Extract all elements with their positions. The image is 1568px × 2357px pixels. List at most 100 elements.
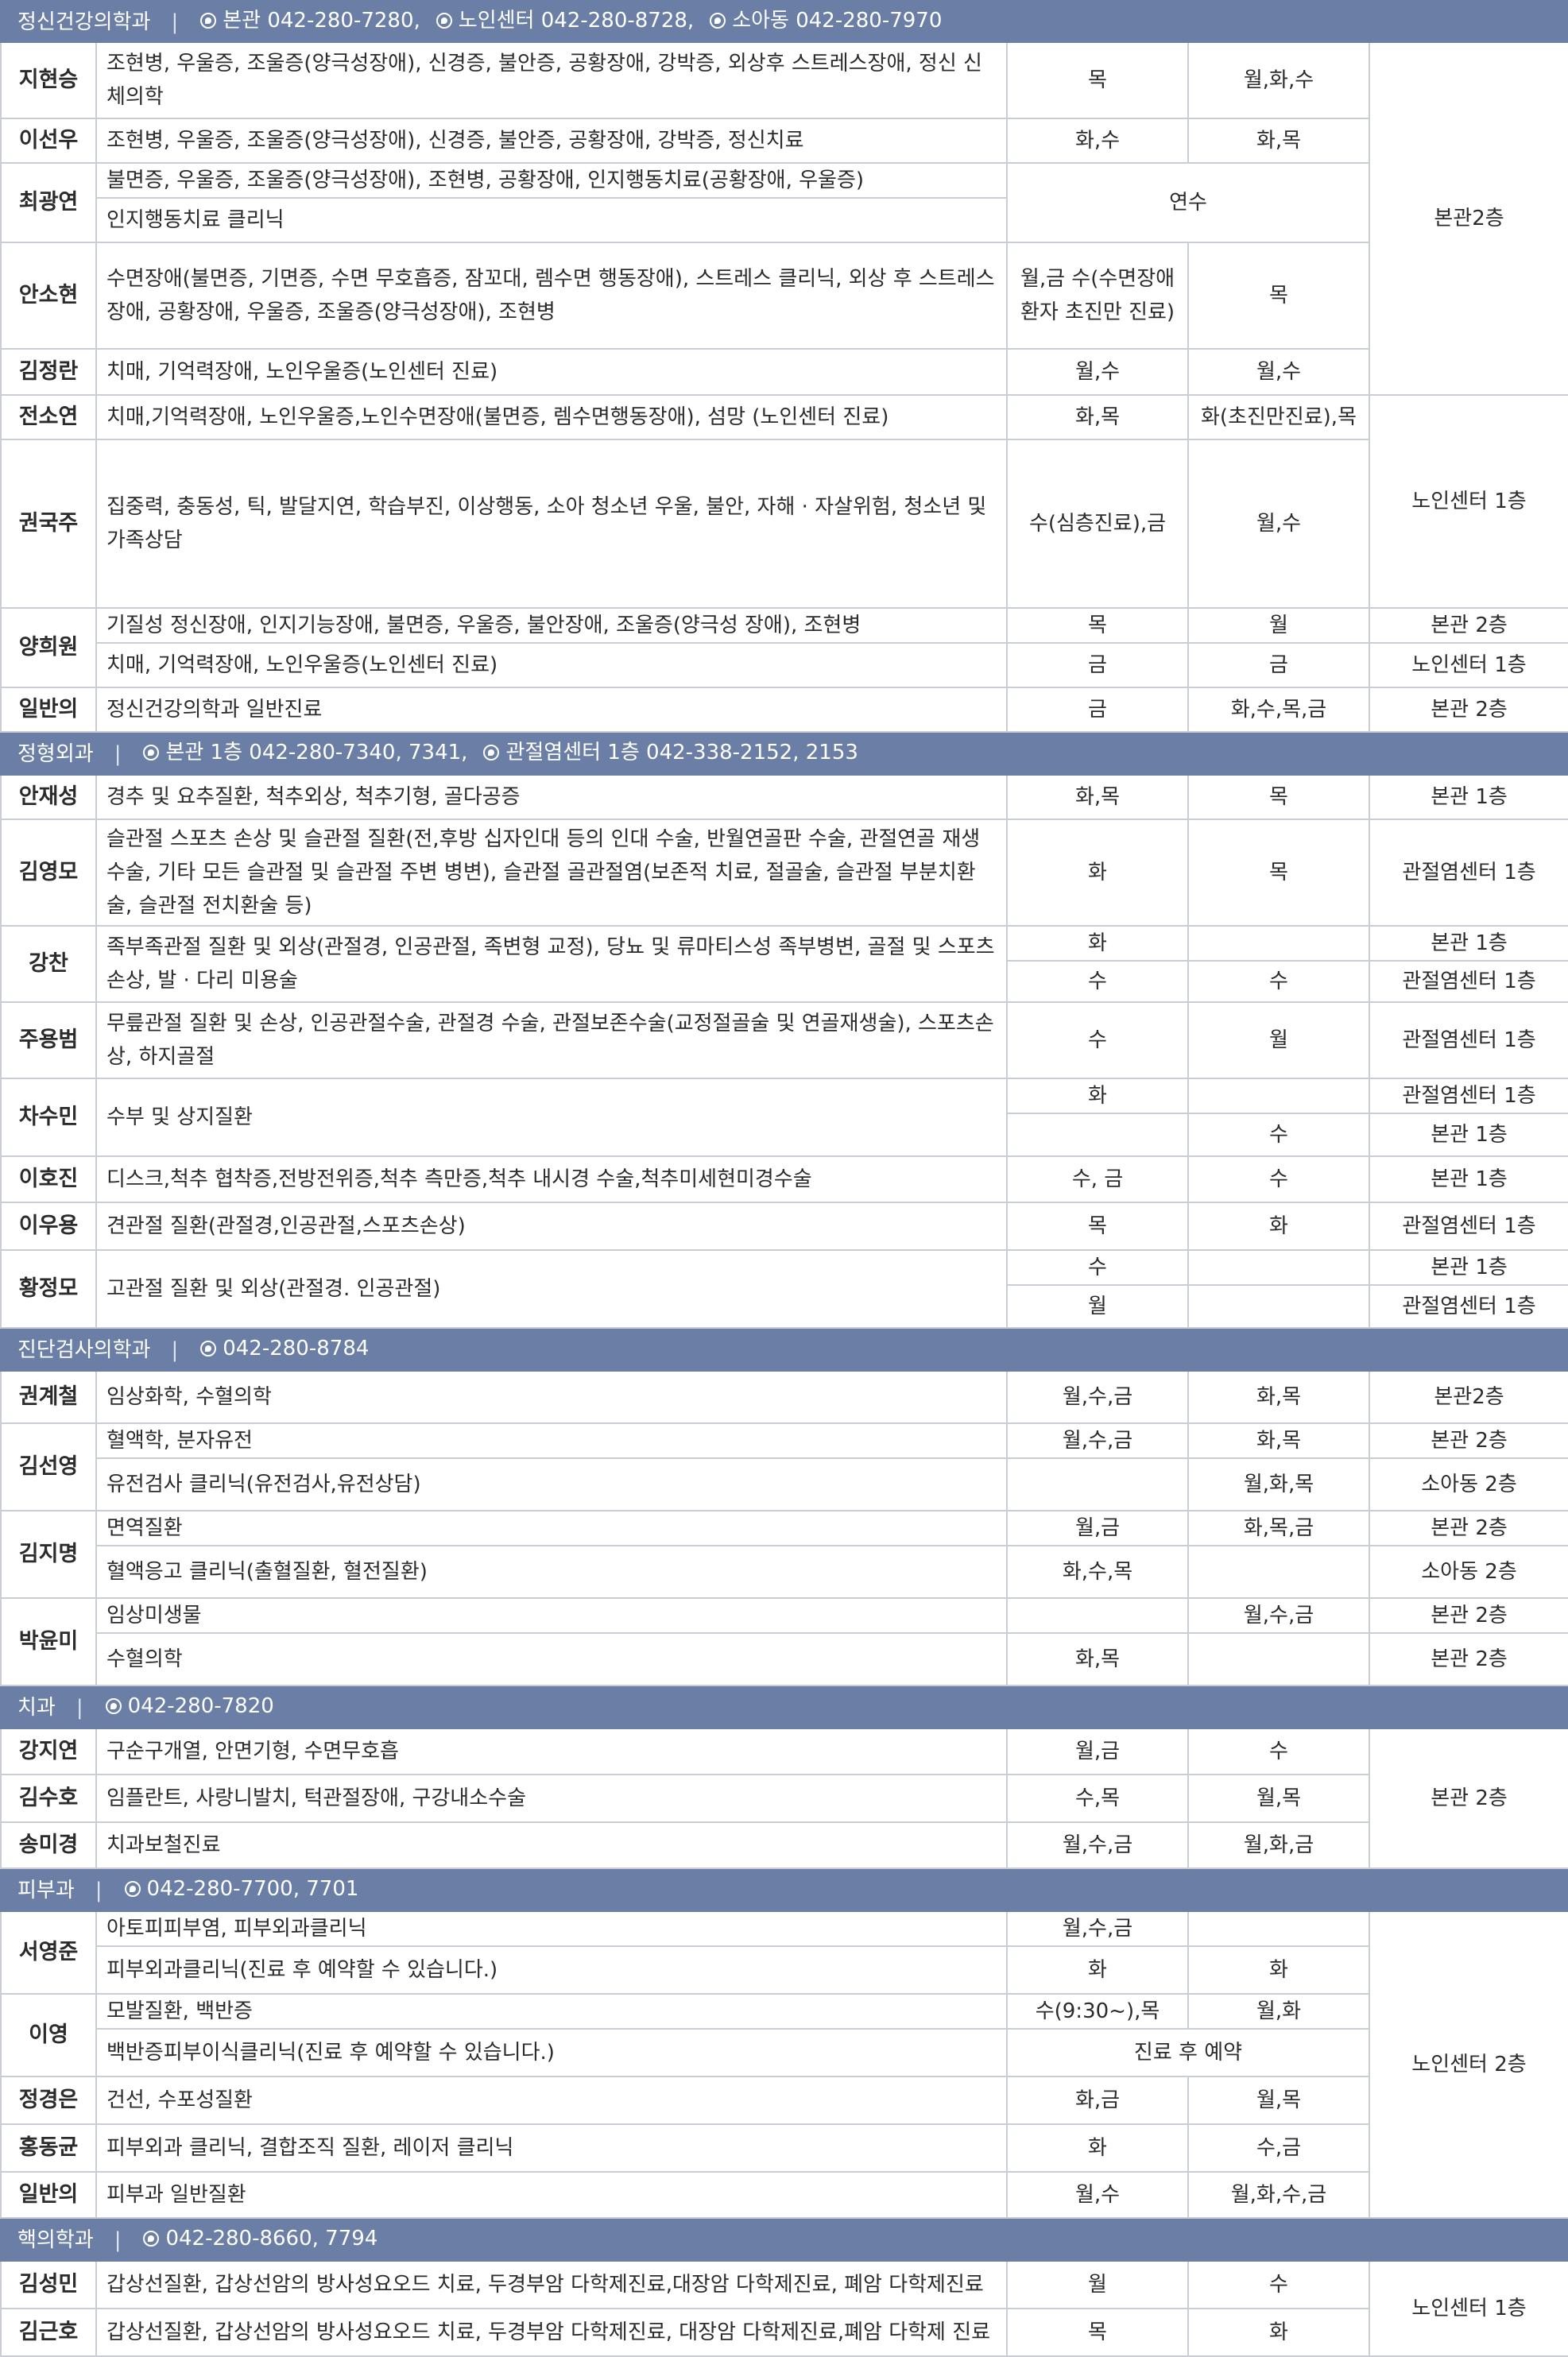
specialty-description: 임상화학, 수혈의학 — [95, 1370, 1008, 1424]
schedule-cell: 수 — [1187, 1728, 1370, 1775]
specialty-description: 고관절 질환 및 외상(관절경. 인공관절) — [95, 1249, 1008, 1329]
schedule-row: 김선영 혈액학, 분자유전 월,수,금 화,목 본관 2층 — [0, 1422, 1568, 1511]
schedule-cell: 노인센터 1층 — [1368, 642, 1568, 688]
department-header-cell: 정신건강의학과 | 본관 042-280-7280, 노인센터 042-280-872… — [0, 0, 1568, 43]
specialty-description: 치과보철진료 — [95, 1821, 1008, 1869]
schedule-row: 양희원 기질성 정신장애, 인지기능장애, 불면증, 우울증, 불안장애, 조울증… — [0, 607, 1568, 688]
doctor-name: 안재성 — [0, 774, 97, 820]
schedule-row: 수혈의학 화,목 본관 2층 — [1, 1632, 1568, 1686]
schedule-cell — [1187, 1545, 1370, 1599]
schedule-row: 최광연 불면증, 우울증, 조울증(양극성장애), 조현병, 공황장애, 인지행동… — [0, 162, 1568, 243]
schedule-cell: 금 — [1006, 642, 1189, 688]
schedule-row: 박윤미 임상미생물 월,수,금 본관 2층 — [0, 1597, 1568, 1686]
specialty-description: 임상미생물 — [95, 1597, 1008, 1634]
department-title: 진단검사의학과 — [17, 1338, 151, 1362]
schedule-cell: 관절염센터 1층 — [1368, 1001, 1568, 1079]
phone-number: 노인센터 042-280-8728, — [436, 4, 694, 37]
schedule-cell: 관절염센터 1층 — [1368, 1078, 1568, 1114]
schedule-row: 주용범 무릎관절 질환 및 손상, 인공관절수술, 관절경 수술, 관절보존수술(… — [0, 1001, 1568, 1079]
schedule-cell — [1006, 1597, 1189, 1634]
schedule-cell: 본관 2층 — [1368, 1632, 1568, 1686]
specialty-description: 조현병, 우울증, 조울증(양극성장애), 신경증, 불안증, 공황장애, 강박… — [95, 41, 1008, 119]
specialty-description: 집중력, 충동성, 틱, 발달지연, 학습부진, 이상행동, 소아 청소년 우울… — [95, 439, 1008, 609]
schedule-cell: 노인센터 1층 — [1368, 394, 1568, 609]
schedule-cell: 화,목,금 — [1187, 1510, 1370, 1546]
department-header: 치과 | 042-280-7820 — [0, 1685, 1568, 1729]
schedule-row: 피부외과클리닉(진료 후 예약할 수 있습니다.) 화 화 — [1, 1945, 1568, 1995]
schedule-cell: 화,수,목,금 — [1187, 687, 1370, 733]
schedule-row: 강찬 족부족관절 질환 및 외상(관절경, 인공관절, 족변형 교정), 당뇨 및… — [0, 925, 1568, 1003]
doctor-name: 황정모 — [0, 1249, 97, 1329]
doctor-name: 김성민 — [0, 2260, 97, 2309]
doctor-name: 양희원 — [0, 607, 97, 688]
schedule-cell: 월,화,목 — [1187, 1457, 1370, 1511]
schedule-row: 서영준 아토피피부염, 피부외과클리닉 월,수,금 노인센터 2층 — [0, 1910, 1568, 2219]
phone-icon — [143, 2231, 160, 2247]
phone-icon — [143, 745, 160, 761]
schedule-row: 김근호 갑상선질환, 갑상선암의 방사성요오드 치료, 두경부암 다학제진료, 대… — [0, 2308, 1568, 2357]
doctor-name: 김수호 — [0, 1774, 97, 1823]
schedule-cell: 수(9:30~),목 — [1006, 1993, 1189, 2030]
specialty-description: 갑상선질환, 갑상선암의 방사성요오드 치료, 두경부암 다학제진료,대장암 다… — [95, 2260, 1008, 2309]
schedule-cell: 목 — [1006, 2308, 1189, 2357]
schedule-row: 정경은 건선, 수포성질환 화,금 월,목 — [0, 2076, 1568, 2125]
phone-number-text: 042-280-8784 — [223, 1337, 370, 1360]
schedule-cell: 수 — [1006, 1249, 1189, 1286]
specialty-description: 혈액학, 분자유전 — [95, 1422, 1008, 1459]
phone-number: 042-280-8660, 7794 — [143, 2222, 377, 2255]
department-header: 정형외과 | 본관 1층 042-280-7340, 7341, 관절염센터 1층 0… — [0, 731, 1568, 776]
doctor-name: 이호진 — [0, 1155, 97, 1203]
phone-number-text: 042-280-7700, 7701 — [146, 1877, 359, 1901]
doctor-name: 송미경 — [0, 1821, 97, 1869]
specialty-description: 피부외과 클리닉, 결합조직 질환, 레이저 클리닉 — [95, 2123, 1008, 2173]
schedule-cell: 수 — [1006, 1001, 1189, 1079]
department-header-cell: 진단검사의학과 | 042-280-8784 — [0, 1327, 1568, 1372]
phone-icon — [200, 1341, 217, 1357]
specialty-description: 경추 및 요추질환, 척추외상, 척추기형, 골다공증 — [95, 774, 1008, 820]
schedule-cell: 월,화 — [1187, 1993, 1370, 2030]
schedule-row: 김수호 임플란트, 사랑니발치, 턱관절장애, 구강내소수술 수,목 월,목 — [0, 1774, 1568, 1823]
schedule-cell: 월,수,금 — [1006, 1821, 1189, 1869]
department-title: 치과 — [17, 1696, 56, 1720]
doctor-name: 최광연 — [0, 162, 97, 243]
phone-number-text: 042-280-8660, 7794 — [165, 2227, 378, 2251]
schedule-row: 홍동균 피부외과 클리닉, 결합조직 질환, 레이저 클리닉 화 수,금 — [0, 2123, 1568, 2173]
schedule-cell: 월,수,금 — [1006, 1422, 1189, 1459]
schedule-row: 지현승 조현병, 우울증, 조울증(양극성장애), 신경증, 불안증, 공황장애,… — [0, 41, 1568, 396]
specialty-description: 구순구개열, 안면기형, 수면무호흡 — [95, 1728, 1008, 1775]
schedule-cell — [1006, 1113, 1189, 1157]
schedule-cell — [1187, 1910, 1370, 1947]
schedule-cell: 연수 — [1006, 162, 1370, 243]
schedule-cell: 본관2층 — [1368, 41, 1568, 396]
schedule-cell: 목 — [1006, 1202, 1189, 1251]
schedule-cell: 화 — [1006, 819, 1189, 927]
schedule-cell: 월,수,금 — [1006, 1910, 1189, 1947]
specialty-description: 수혈의학 — [95, 1632, 1008, 1686]
schedule-cell: 월 — [1006, 2260, 1189, 2309]
schedule-table: 정신건강의학과 | 본관 042-280-7280, 노인센터 042-280-872… — [0, 0, 1568, 2357]
phone-number-text: 본관 1층 042-280-7340, 7341, — [165, 741, 468, 764]
phone-icon — [710, 13, 726, 29]
schedule-cell: 화,금 — [1006, 2076, 1189, 2125]
department-header-cell: 핵의학과 | 042-280-8660, 7794 — [0, 2217, 1568, 2262]
schedule-cell: 본관 1층 — [1368, 1249, 1568, 1286]
schedule-cell: 수 — [1187, 1113, 1370, 1157]
schedule-row: 김영모 슬관절 스포츠 손상 및 슬관절 질환(전,후방 십자인대 등의 인대 수… — [0, 819, 1568, 927]
schedule-cell: 노인센터 2층 — [1368, 1910, 1568, 2219]
phone-number: 본관 1층 042-280-7340, 7341, — [143, 736, 467, 769]
doctor-name: 김영모 — [0, 819, 97, 927]
specialty-description: 모발질환, 백반증 — [95, 1993, 1008, 2030]
specialty-description: 치매, 기억력장애, 노인우울증(노인센터 진료) — [95, 642, 1008, 688]
schedule-row: 일반의 정신건강의학과 일반진료 금 화,수,목,금 본관 2층 — [0, 687, 1568, 733]
schedule-cell: 화,수 — [1006, 118, 1189, 164]
schedule-cell — [1187, 1249, 1370, 1286]
doctor-name: 이우용 — [0, 1202, 97, 1251]
schedule-cell: 월,금 — [1006, 1728, 1189, 1775]
schedule-cell: 화,목 — [1006, 1632, 1189, 1686]
doctor-name: 지현승 — [0, 41, 97, 119]
specialty-description: 인지행동치료 클리닉 — [95, 197, 1008, 243]
schedule-cell: 관절염센터 1층 — [1368, 1284, 1568, 1329]
schedule-cell: 화,목 — [1006, 774, 1189, 820]
doctor-name: 김근호 — [0, 2308, 97, 2357]
doctor-name: 차수민 — [0, 1078, 97, 1157]
